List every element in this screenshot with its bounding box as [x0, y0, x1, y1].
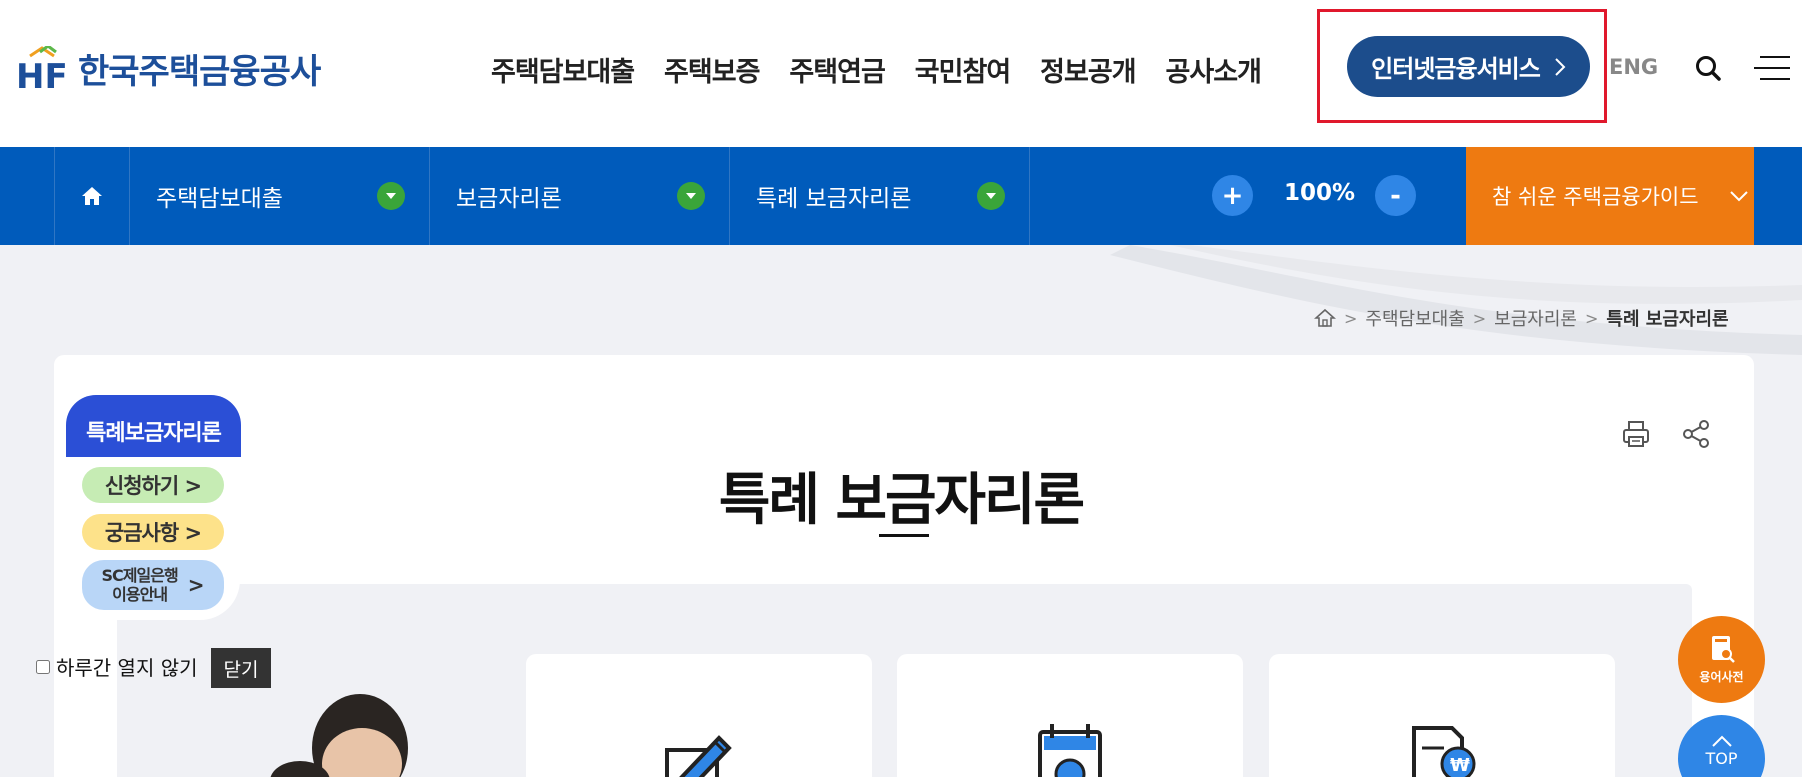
won-document-icon: ₩ — [1412, 726, 1476, 777]
breadcrumb-item-bogeumjari[interactable]: 보금자리론 — [1494, 305, 1577, 331]
dont-show-today-option[interactable]: 하루간 열지 않기 — [36, 652, 198, 681]
dropdown-depth1[interactable]: 주택담보대출 — [130, 147, 430, 245]
internet-service-button[interactable]: 인터넷금융서비스 — [1347, 36, 1590, 97]
breadcrumb-separator: > — [1472, 308, 1487, 328]
zoom-out-button[interactable]: - — [1375, 175, 1416, 216]
dont-show-today-checkbox[interactable] — [36, 659, 50, 674]
popup-faq-button[interactable]: 궁금사항 > — [82, 514, 224, 550]
breadcrumb-current: 특례 보금자리론 — [1606, 309, 1729, 330]
nav-item-participation[interactable]: 국민참여 — [915, 50, 1011, 89]
breadcrumb-separator: > — [1584, 308, 1599, 328]
chevron-down-icon — [677, 182, 705, 210]
popup-sc-line1: SC제일은행 — [101, 566, 179, 585]
logo-mark-text: HF — [16, 57, 68, 92]
hamburger-menu-button[interactable] — [1752, 54, 1792, 82]
print-button[interactable] — [1620, 418, 1652, 450]
glossary-button[interactable]: 용어사전 — [1678, 616, 1765, 703]
breadcrumb-item-mortgage[interactable]: 주택담보대출 — [1365, 305, 1464, 331]
popup-close-button[interactable]: 닫기 — [211, 648, 271, 688]
hf-logo-icon: HF — [16, 43, 68, 97]
dropdown-depth1-label: 주택담보대출 — [156, 186, 283, 212]
dropdown-depth3[interactable]: 특례 보금자리론 — [730, 147, 1030, 245]
nav-item-disclosure[interactable]: 정보공개 — [1040, 50, 1136, 89]
service-card-payment[interactable]: ₩ — [1269, 654, 1615, 777]
calendar-check-icon — [1038, 724, 1102, 777]
eng-language-link[interactable]: ENG — [1609, 55, 1658, 79]
breadcrumb-separator: > — [1344, 308, 1358, 328]
home-icon — [82, 187, 102, 205]
home-outline-icon[interactable] — [1314, 308, 1336, 328]
spokesperson-photo — [270, 694, 408, 777]
search-icon — [1696, 56, 1721, 81]
main-navigation: 주택담보대출 주택보증 주택연금 국민참여 정보공개 공사소개 — [491, 50, 1262, 89]
site-logo[interactable]: HF 한국주택금융공사 — [16, 43, 321, 97]
chevron-down-icon — [377, 182, 405, 210]
popup-sc-bank-label: SC제일은행 이용안내 — [101, 566, 179, 604]
hamburger-menu-icon — [1754, 56, 1790, 80]
popup-title: 특례보금자리론 — [66, 395, 241, 457]
popup-sc-bank-button[interactable]: SC제일은행 이용안내 > — [82, 560, 224, 610]
logo-text: 한국주택금융공사 — [78, 52, 321, 92]
dropdown-depth2[interactable]: 보금자리론 — [430, 147, 730, 245]
chevron-down-icon — [1729, 191, 1748, 202]
glossary-label: 용어사전 — [1699, 670, 1744, 684]
dont-show-today-label: 하루간 열지 않기 — [56, 656, 198, 680]
svg-text:₩: ₩ — [1450, 755, 1470, 776]
book-search-icon — [1711, 636, 1735, 663]
chevron-up-icon — [1711, 735, 1732, 747]
breadcrumb: > 주택담보대출 > 보금자리론 > 특례 보금자리론 — [1314, 305, 1729, 331]
page: HF 한국주택금융공사 주택담보대출 주택보증 주택연금 국민참여 정보공개 공… — [0, 0, 1802, 777]
chevron-down-icon — [977, 182, 1005, 210]
popup-apply-button[interactable]: 신청하기 > — [82, 467, 224, 503]
search-button[interactable] — [1694, 54, 1722, 82]
chevron-right-icon — [1555, 57, 1566, 76]
home-button[interactable] — [54, 147, 130, 245]
housing-finance-guide-button[interactable]: 참 쉬운 주택금융가이드 — [1466, 147, 1754, 245]
popup-sc-line2: 이용안내 — [112, 585, 168, 604]
nav-item-mortgage[interactable]: 주택담보대출 — [491, 50, 635, 89]
nav-item-pension[interactable]: 주택연금 — [789, 50, 885, 89]
page-title: 특례 보금자리론 — [718, 468, 1085, 533]
nav-item-guarantee[interactable]: 주택보증 — [664, 50, 760, 89]
nav-item-about[interactable]: 공사소개 — [1166, 50, 1262, 89]
chevron-right-icon: > — [187, 573, 205, 597]
guide-label: 참 쉬운 주택금융가이드 — [1492, 185, 1699, 209]
service-card-schedule[interactable] — [897, 654, 1243, 777]
printer-icon — [1623, 421, 1649, 447]
dropdown-depth2-label: 보금자리론 — [456, 186, 562, 212]
pencil-document-icon — [665, 735, 732, 777]
share-button[interactable] — [1680, 418, 1712, 450]
zoom-in-button[interactable]: + — [1212, 175, 1253, 216]
title-underline — [879, 534, 929, 537]
service-card-apply[interactable] — [526, 654, 872, 777]
share-icon — [1683, 420, 1709, 448]
dropdown-depth3-label: 특례 보금자리론 — [756, 186, 912, 212]
scroll-top-label: TOP — [1705, 749, 1738, 768]
site-header: HF 한국주택금융공사 주택담보대출 주택보증 주택연금 국민참여 정보공개 공… — [0, 0, 1802, 147]
zoom-level: 100% — [1284, 180, 1356, 206]
background-decoration — [1110, 245, 1802, 355]
internet-service-label: 인터넷금융서비스 — [1371, 55, 1541, 83]
